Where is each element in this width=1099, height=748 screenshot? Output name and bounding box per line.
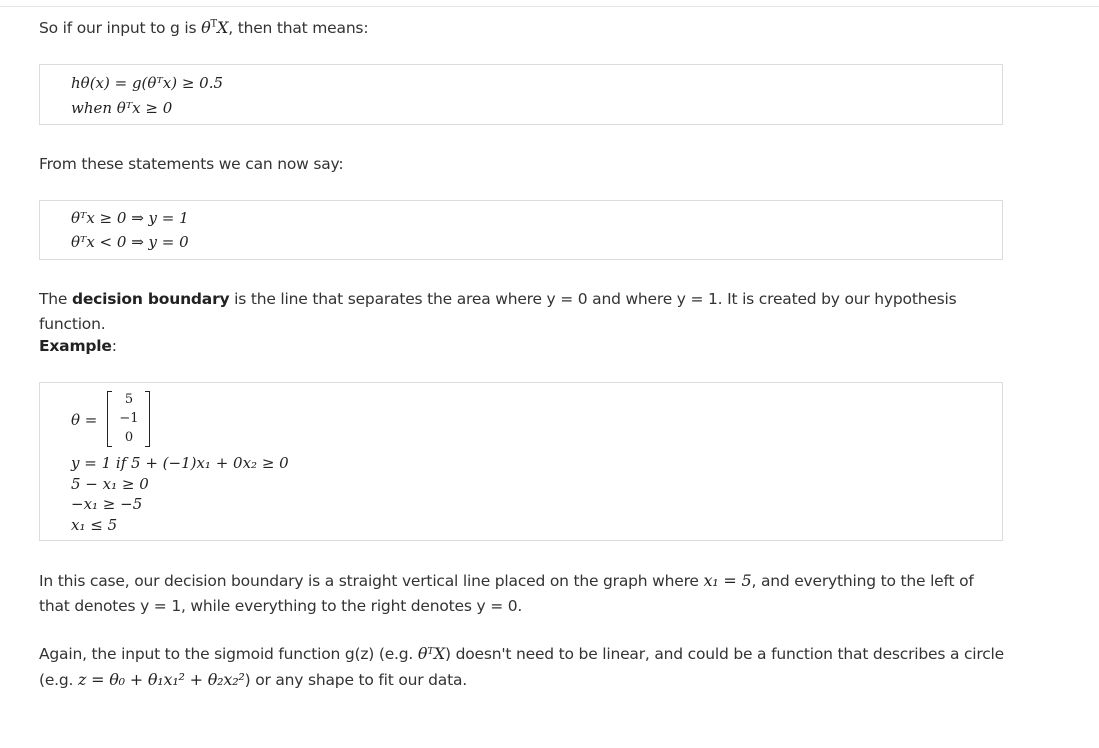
again-math-2: z = θ₀ + θ₁x₁² + θ₂x₂²: [78, 670, 245, 689]
implication-box: θᵀx ≥ 0 ⇒ y = 1 θᵀx < 0 ⇒ y = 0: [39, 200, 1003, 260]
boundary-prefix: The: [39, 290, 72, 308]
hypothesis-line-1: hθ(x) = g(θᵀx) ≥ 0.5: [71, 74, 224, 92]
case-part-1: In this case, our decision boundary is a…: [39, 572, 704, 590]
matrix-cell-3: 0: [124, 430, 134, 445]
intro-text-after: , then that means:: [228, 19, 369, 37]
top-divider: [0, 6, 1099, 7]
boundary-bold-term: decision boundary: [71, 290, 230, 308]
implication-line-1: θᵀx ≥ 0 ⇒ y = 1: [71, 209, 189, 227]
again-part-1: Again, the input to the sigmoid function…: [39, 645, 418, 663]
statements-paragraph: From these statements we can now say:: [39, 155, 344, 173]
hypothesis-box: hθ(x) = g(θᵀx) ≥ 0.5 when θᵀx ≥ 0: [39, 64, 1003, 125]
decision-boundary-paragraph: The decision boundary is the line that s…: [39, 287, 1004, 337]
theta-label: θ =: [71, 411, 98, 429]
example-colon: :: [111, 337, 117, 355]
case-math: x₁ = 5: [703, 571, 752, 590]
again-paragraph: Again, the input to the sigmoid function…: [39, 641, 1004, 693]
again-math-1: θᵀX: [417, 644, 446, 663]
case-paragraph: In this case, our decision boundary is a…: [39, 568, 1004, 619]
matrix-cell-2: −1: [119, 411, 139, 426]
intro-paragraph: So if our input to g is θTX, then that m…: [39, 15, 1004, 41]
intro-math: θTX: [201, 18, 229, 37]
example-line-3: −x₁ ≥ −5: [71, 495, 143, 513]
example-heading: Example:: [39, 334, 1004, 359]
intro-text-before: So if our input to g is: [39, 19, 202, 37]
example-line-1: y = 1 if 5 + (−1)x₁ + 0x₂ ≥ 0: [71, 454, 289, 472]
example-box: θ = 5 −1 0 y = 1 if 5 + (−1)x₁ + 0x₂ ≥ 0…: [39, 382, 1003, 541]
example-label: Example: [39, 337, 112, 355]
implication-line-2: θᵀx < 0 ⇒ y = 0: [71, 233, 189, 251]
matrix-cell-1: 5: [124, 392, 134, 407]
example-line-4: x₁ ≤ 5: [71, 516, 118, 534]
again-part-3: ) or any shape to fit our data.: [244, 671, 468, 689]
hypothesis-line-2: when θᵀx ≥ 0: [71, 99, 173, 117]
theta-matrix: 5 −1 0: [104, 389, 150, 449]
example-line-2: 5 − x₁ ≥ 0: [71, 475, 149, 493]
